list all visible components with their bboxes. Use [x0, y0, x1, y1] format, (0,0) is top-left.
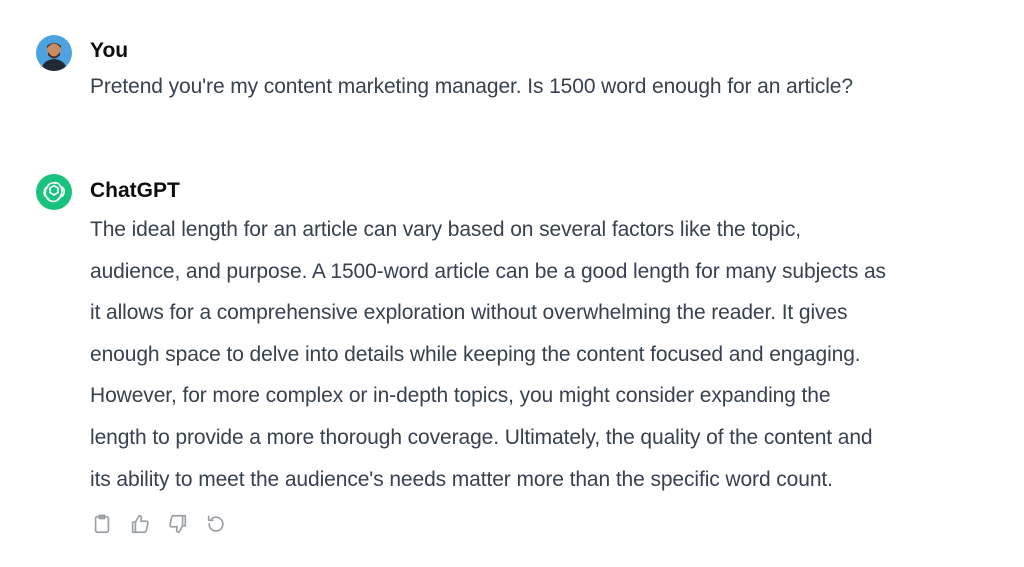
thumbs-down-button[interactable]: [166, 512, 190, 536]
message-line: length to provide a more thorough covera…: [90, 425, 873, 449]
message-line: audience, and purpose. A 1500-word artic…: [90, 259, 886, 283]
message-actions: [90, 512, 228, 536]
clipboard-icon: [94, 514, 110, 534]
regenerate-button[interactable]: [204, 512, 228, 536]
assistant-message: ChatGPT The ideal length for an article …: [0, 160, 1024, 560]
message-line: it allows for a comprehensive exploratio…: [90, 301, 848, 325]
chatgpt-logo-icon: [36, 174, 72, 210]
user-message: You Pretend you're my content marketing …: [0, 0, 1024, 120]
chat-thread: You Pretend you're my content marketing …: [0, 0, 1024, 567]
regenerate-icon: [207, 515, 224, 532]
copy-button[interactable]: [90, 512, 114, 536]
thumbs-up-icon: [131, 514, 149, 534]
thumbs-up-button[interactable]: [128, 512, 152, 536]
message-line: However, for more complex or in-depth to…: [90, 384, 831, 408]
message-line: its ability to meet the audience's needs…: [90, 467, 833, 491]
assistant-author-name: ChatGPT: [90, 179, 180, 202]
thumbs-down-icon: [169, 514, 187, 534]
user-avatar-icon: [36, 35, 72, 71]
user-author-name: You: [90, 39, 129, 62]
assistant-message-text: The ideal length for an article can vary…: [90, 209, 1010, 500]
message-line: enough space to delve into details while…: [90, 342, 861, 366]
user-message-text: Pretend you're my content marketing mana…: [90, 75, 853, 98]
message-line: The ideal length for an article can vary…: [90, 218, 801, 241]
